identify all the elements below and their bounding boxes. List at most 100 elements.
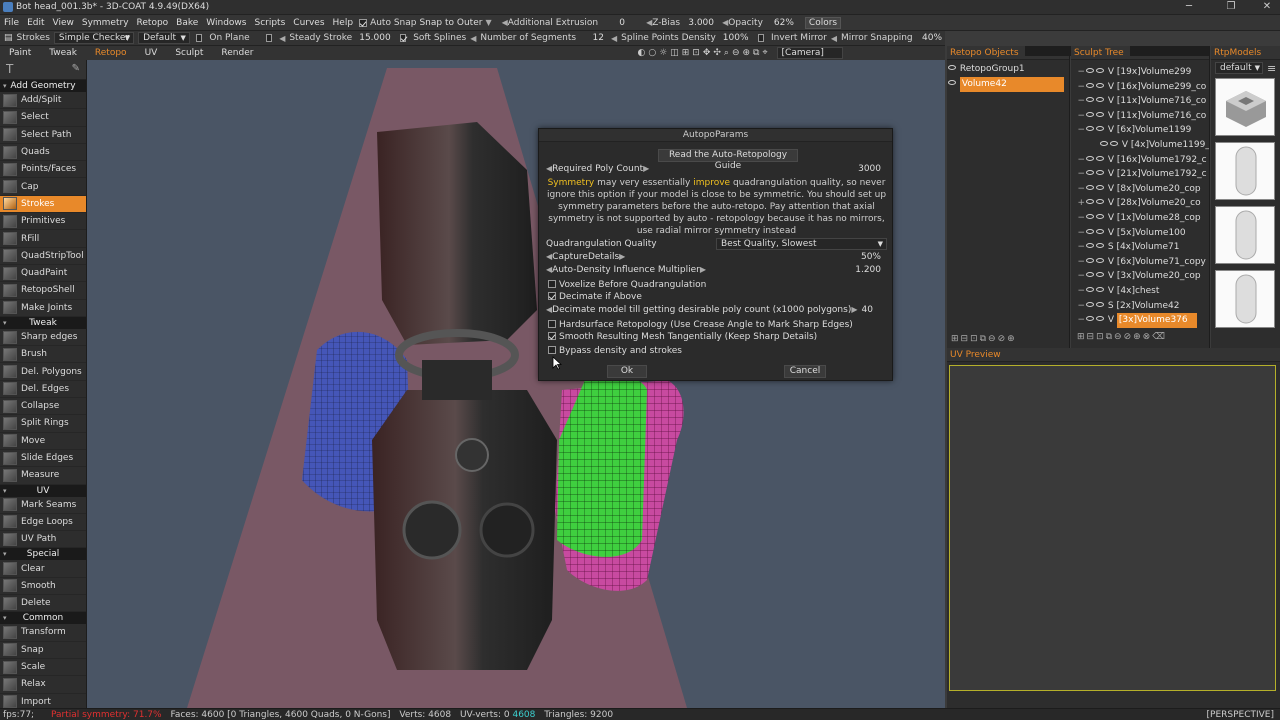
checker-dropdown[interactable]: Simple Checker ▼ xyxy=(53,32,135,44)
sculpt-tree-tools[interactable]: ⊞⊟⊡⧉⊖⊘⊕⊗⌫ xyxy=(1077,332,1167,342)
eye-icon[interactable] xyxy=(1086,111,1094,117)
required-poly-value[interactable]: 3000 xyxy=(858,163,881,175)
tool-quadpaint[interactable]: QuadPaint xyxy=(0,265,86,283)
sculpt-tree-item[interactable]: + V [28x]Volume20_co xyxy=(1071,196,1209,211)
model-thumb-capsule-1[interactable] xyxy=(1215,142,1275,200)
decimate-model-row[interactable]: ◀Decimate model till getting desirable p… xyxy=(546,304,887,316)
section-add-geometry[interactable]: Add Geometry xyxy=(0,80,86,92)
quad-quality-dropdown[interactable]: Best Quality, Slowest ▼ xyxy=(716,238,887,250)
menu-edit[interactable]: Edit xyxy=(23,18,48,28)
tool-scale[interactable]: Scale xyxy=(0,659,86,677)
eye-icon[interactable] xyxy=(1096,126,1104,132)
sculpt-tree-item[interactable]: − V [11x]Volume716_co xyxy=(1071,109,1209,124)
tool-collapse[interactable]: Collapse xyxy=(0,398,86,416)
mirror-snapping-value[interactable]: 40% xyxy=(917,33,945,43)
tool-points-faces[interactable]: Points/Faces xyxy=(0,161,86,179)
menu-view[interactable]: View xyxy=(49,18,78,28)
auto-density-value[interactable]: 1.200 xyxy=(855,264,881,276)
tool-split-rings[interactable]: Split Rings xyxy=(0,415,86,433)
z-bias-value[interactable]: 3.000 xyxy=(680,18,722,28)
decimate-row[interactable]: Decimate if Above xyxy=(546,291,887,303)
smooth-mesh-row[interactable]: Smooth Resulting Mesh Tangentially (Keep… xyxy=(546,331,887,343)
menu-windows[interactable]: Windows xyxy=(202,18,250,28)
model-thumb-capsule-2[interactable] xyxy=(1215,206,1275,264)
arrow-right-icon[interactable]: ▶ xyxy=(643,164,649,173)
smooth-mesh-checkbox[interactable] xyxy=(548,332,556,340)
arrow-left-icon[interactable]: ◀ xyxy=(470,34,476,43)
expand-toggle-icon[interactable]: − xyxy=(1071,182,1085,197)
expand-toggle-icon[interactable]: − xyxy=(1071,80,1085,95)
eye-icon[interactable] xyxy=(1086,170,1094,176)
section-common[interactable]: Common xyxy=(0,612,86,625)
tool-snap[interactable]: Snap xyxy=(0,642,86,659)
auto-density-row[interactable]: ◀Auto-Density Influence Multiplier▶ 1.20… xyxy=(546,264,887,276)
tool-mark-seams[interactable]: Mark Seams xyxy=(0,497,86,514)
expand-toggle-icon[interactable]: − xyxy=(1071,240,1085,255)
eye-icon[interactable] xyxy=(1096,243,1104,249)
tool-slide-edges[interactable]: Slide Edges xyxy=(0,450,86,468)
eye-icon[interactable] xyxy=(1096,272,1104,278)
sculpt-tree-item[interactable]: − V [6x]Volume1199 xyxy=(1071,123,1209,138)
eye-icon[interactable] xyxy=(1096,68,1104,73)
model-thumb-capsule-3[interactable] xyxy=(1215,270,1275,328)
voxelize-checkbox[interactable] xyxy=(548,280,556,288)
opacity-value[interactable]: 62% xyxy=(763,18,805,28)
tab-retopo[interactable]: Retopo xyxy=(86,48,136,58)
uv-preview-canvas[interactable] xyxy=(949,365,1276,691)
expand-toggle-icon[interactable]: − xyxy=(1071,255,1085,270)
eye-icon[interactable] xyxy=(1086,243,1094,249)
tool-quadstriptool[interactable]: QuadStripTool xyxy=(0,248,86,265)
eye-icon[interactable] xyxy=(1096,184,1104,190)
expand-toggle-icon[interactable]: − xyxy=(1071,65,1085,80)
viewport-nav-icons[interactable]: ◐○☼◫⊞⊡✥✣⌕⊖⊕⧉⌖ xyxy=(637,48,770,58)
retopo-objects-search[interactable] xyxy=(1024,46,1077,56)
eye-icon[interactable] xyxy=(1086,228,1094,234)
eye-icon[interactable] xyxy=(1096,214,1104,219)
tab-tweak[interactable]: Tweak xyxy=(40,48,86,58)
tool-del-polygons[interactable]: Del. Polygons xyxy=(0,363,86,381)
retopo-group-item[interactable]: RetopoGroup1 xyxy=(947,62,1067,77)
menu-scripts[interactable]: Scripts xyxy=(250,18,289,28)
expand-toggle-icon[interactable]: + xyxy=(1071,196,1085,211)
sculpt-tree-item[interactable]: − V [4x]chest xyxy=(1071,284,1209,299)
arrow-right-icon[interactable]: ▶ xyxy=(851,305,857,314)
invert-mirror-checkbox[interactable] xyxy=(757,34,764,42)
eye-icon[interactable] xyxy=(948,80,956,85)
eye-icon[interactable] xyxy=(1086,316,1094,322)
expand-toggle-icon[interactable]: − xyxy=(1071,153,1085,168)
sculpt-tree-item[interactable]: − S [2x]Volume42 xyxy=(1071,299,1209,314)
colors-button[interactable]: Colors xyxy=(804,16,842,29)
eye-icon[interactable] xyxy=(1096,301,1104,307)
sculpt-tree-item[interactable]: − V [3x]Volume376 xyxy=(1071,313,1209,328)
rtp-models-dropdown[interactable]: default ▼ xyxy=(1215,62,1263,74)
expand-toggle-icon[interactable]: − xyxy=(1071,94,1085,109)
tool-sharp-edges[interactable]: Sharp edges xyxy=(0,329,86,347)
eye-icon[interactable] xyxy=(1086,126,1094,132)
arrow-left-icon[interactable]: ◀ xyxy=(831,34,837,43)
sculpt-tree-item[interactable]: − V [5x]Volume100 xyxy=(1071,226,1209,241)
tool-edge-loops[interactable]: Edge Loops xyxy=(0,514,86,532)
bypass-row[interactable]: Bypass density and strokes xyxy=(546,345,887,357)
close-icon[interactable]: ✕ xyxy=(1250,0,1280,14)
read-guide-button[interactable]: Read the Auto-Retopology Guide xyxy=(658,149,798,171)
bypass-checkbox[interactable] xyxy=(548,346,556,354)
brush-icon[interactable]: ✎ xyxy=(72,63,80,74)
tool-add-split[interactable]: Add/Split xyxy=(0,92,86,110)
sculpt-tree-item[interactable]: − V [19x]Volume299 xyxy=(1071,65,1209,80)
steady-stroke-value[interactable]: 15.000 xyxy=(356,33,394,43)
eye-icon[interactable] xyxy=(1100,141,1108,146)
tab-sculpt[interactable]: Sculpt xyxy=(166,48,212,58)
model-thumb-box[interactable] xyxy=(1215,78,1275,136)
decimate-model-value[interactable]: 40 xyxy=(862,304,873,316)
eye-icon[interactable] xyxy=(1096,199,1104,205)
menu-file[interactable]: File xyxy=(0,18,23,28)
hardsurface-row[interactable]: Hardsurface Retopology (Use Crease Angle… xyxy=(546,319,887,331)
additional-extrusion-value[interactable]: 0 xyxy=(598,18,646,28)
menu-icon[interactable]: ≡ xyxy=(1267,62,1276,75)
tab-uv[interactable]: UV xyxy=(136,48,167,58)
soft-splines-checkbox[interactable] xyxy=(399,34,407,42)
voxelize-row[interactable]: Voxelize Before Quadrangulation xyxy=(546,279,887,291)
sculpt-tree-item[interactable]: − V [1x]Volume28_cop xyxy=(1071,211,1209,226)
eye-icon[interactable] xyxy=(1096,170,1104,176)
expand-toggle-icon[interactable]: − xyxy=(1071,284,1085,299)
